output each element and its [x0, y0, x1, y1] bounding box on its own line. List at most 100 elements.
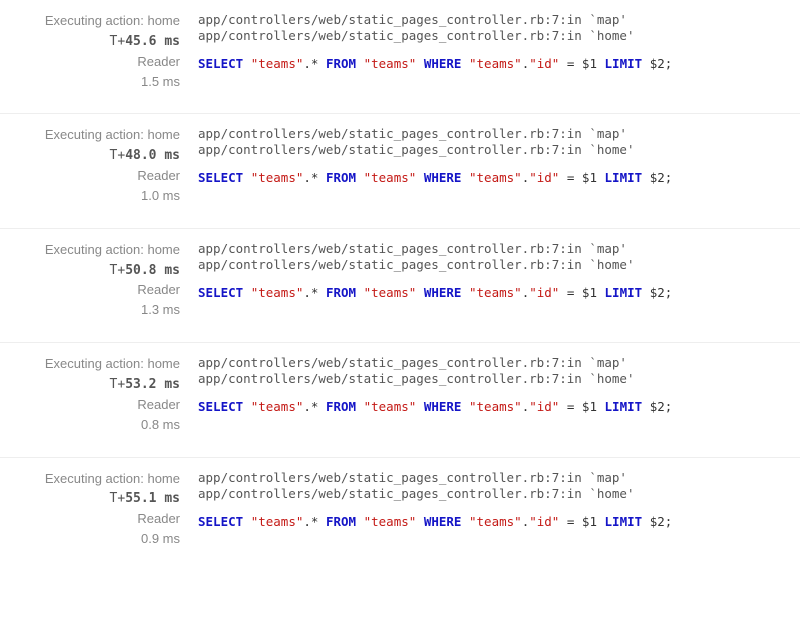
stack-trace[interactable]: app/controllers/web/static_pages_control… — [198, 470, 800, 502]
sql-punct: = — [567, 285, 575, 300]
sql-keyword: FROM — [326, 170, 356, 185]
sql-string: "teams" — [469, 170, 522, 185]
sql-punct: ; — [665, 170, 673, 185]
sql-punct: = — [567, 170, 575, 185]
query-trace-list: Executing action: home T+45.6 ms Reader … — [0, 0, 800, 571]
sql-keyword: LIMIT — [605, 170, 643, 185]
timestamp: T+50.8 ms — [0, 260, 180, 281]
sql-query[interactable]: SELECT "teams".* FROM "teams" WHERE "tea… — [198, 285, 800, 300]
sql-string: "teams" — [251, 514, 304, 529]
sql-keyword: SELECT — [198, 56, 243, 71]
sql-keyword: SELECT — [198, 170, 243, 185]
sql-keyword: SELECT — [198, 285, 243, 300]
stack-trace[interactable]: app/controllers/web/static_pages_control… — [198, 355, 800, 387]
timestamp: T+45.6 ms — [0, 31, 180, 52]
sql-literal: $2 — [650, 399, 665, 414]
duration: 0.8 ms — [0, 415, 180, 435]
sql-keyword: LIMIT — [605, 514, 643, 529]
sql-string: "id" — [529, 399, 559, 414]
sql-punct: .* — [303, 56, 318, 71]
duration: 1.5 ms — [0, 72, 180, 92]
db-role: Reader — [0, 166, 180, 186]
sql-keyword: FROM — [326, 285, 356, 300]
duration: 1.0 ms — [0, 186, 180, 206]
sql-query[interactable]: SELECT "teams".* FROM "teams" WHERE "tea… — [198, 170, 800, 185]
duration: 1.3 ms — [0, 300, 180, 320]
sql-string: "teams" — [364, 399, 417, 414]
action-label: Executing action: home — [0, 126, 180, 145]
sql-literal: $2 — [650, 514, 665, 529]
timestamp: T+53.2 ms — [0, 374, 180, 395]
sql-literal: $2 — [650, 170, 665, 185]
sql-string: "id" — [529, 285, 559, 300]
sql-string: "teams" — [469, 399, 522, 414]
sql-punct: .* — [303, 170, 318, 185]
trace-entry[interactable]: Executing action: home T+48.0 ms Reader … — [0, 114, 800, 228]
sql-punct: .* — [303, 514, 318, 529]
sql-punct: = — [567, 514, 575, 529]
db-role: Reader — [0, 395, 180, 415]
sql-string: "teams" — [469, 285, 522, 300]
sql-keyword: LIMIT — [605, 285, 643, 300]
sql-query[interactable]: SELECT "teams".* FROM "teams" WHERE "tea… — [198, 56, 800, 71]
sql-string: "teams" — [364, 56, 417, 71]
timestamp: T+48.0 ms — [0, 145, 180, 166]
sql-keyword: FROM — [326, 514, 356, 529]
sql-punct: = — [567, 56, 575, 71]
sql-string: "id" — [529, 170, 559, 185]
sql-keyword: WHERE — [424, 399, 462, 414]
trace-body: app/controllers/web/static_pages_control… — [198, 470, 800, 549]
sql-string: "teams" — [251, 285, 304, 300]
trace-body: app/controllers/web/static_pages_control… — [198, 241, 800, 320]
trace-entry[interactable]: Executing action: home T+45.6 ms Reader … — [0, 0, 800, 114]
trace-entry[interactable]: Executing action: home T+55.1 ms Reader … — [0, 458, 800, 571]
sql-punct: ; — [665, 399, 673, 414]
sql-literal: $1 — [582, 399, 597, 414]
timestamp: T+55.1 ms — [0, 488, 180, 509]
sql-string: "teams" — [364, 285, 417, 300]
trace-meta: Executing action: home T+48.0 ms Reader … — [0, 126, 198, 205]
trace-body: app/controllers/web/static_pages_control… — [198, 126, 800, 205]
duration: 0.9 ms — [0, 529, 180, 549]
sql-keyword: SELECT — [198, 514, 243, 529]
sql-keyword: WHERE — [424, 285, 462, 300]
sql-literal: $1 — [582, 514, 597, 529]
sql-string: "teams" — [251, 56, 304, 71]
trace-entry[interactable]: Executing action: home T+53.2 ms Reader … — [0, 343, 800, 457]
sql-keyword: LIMIT — [605, 399, 643, 414]
trace-meta: Executing action: home T+45.6 ms Reader … — [0, 12, 198, 91]
sql-keyword: LIMIT — [605, 56, 643, 71]
trace-body: app/controllers/web/static_pages_control… — [198, 355, 800, 434]
sql-string: "id" — [529, 56, 559, 71]
sql-string: "teams" — [364, 170, 417, 185]
stack-trace[interactable]: app/controllers/web/static_pages_control… — [198, 241, 800, 273]
stack-trace[interactable]: app/controllers/web/static_pages_control… — [198, 126, 800, 158]
trace-entry[interactable]: Executing action: home T+50.8 ms Reader … — [0, 229, 800, 343]
trace-meta: Executing action: home T+55.1 ms Reader … — [0, 470, 198, 549]
sql-literal: $2 — [650, 285, 665, 300]
sql-punct: ; — [665, 285, 673, 300]
db-role: Reader — [0, 280, 180, 300]
sql-query[interactable]: SELECT "teams".* FROM "teams" WHERE "tea… — [198, 399, 800, 414]
sql-keyword: WHERE — [424, 56, 462, 71]
sql-literal: $1 — [582, 56, 597, 71]
sql-punct: = — [567, 399, 575, 414]
sql-query[interactable]: SELECT "teams".* FROM "teams" WHERE "tea… — [198, 514, 800, 529]
sql-string: "teams" — [364, 514, 417, 529]
sql-keyword: FROM — [326, 399, 356, 414]
sql-string: "id" — [529, 514, 559, 529]
sql-punct: .* — [303, 285, 318, 300]
stack-trace[interactable]: app/controllers/web/static_pages_control… — [198, 12, 800, 44]
sql-punct: ; — [665, 56, 673, 71]
action-label: Executing action: home — [0, 12, 180, 31]
sql-keyword: WHERE — [424, 170, 462, 185]
sql-literal: $2 — [650, 56, 665, 71]
db-role: Reader — [0, 52, 180, 72]
action-label: Executing action: home — [0, 355, 180, 374]
sql-string: "teams" — [469, 56, 522, 71]
action-label: Executing action: home — [0, 241, 180, 260]
sql-string: "teams" — [251, 170, 304, 185]
trace-meta: Executing action: home T+53.2 ms Reader … — [0, 355, 198, 434]
sql-literal: $1 — [582, 285, 597, 300]
trace-body: app/controllers/web/static_pages_control… — [198, 12, 800, 91]
